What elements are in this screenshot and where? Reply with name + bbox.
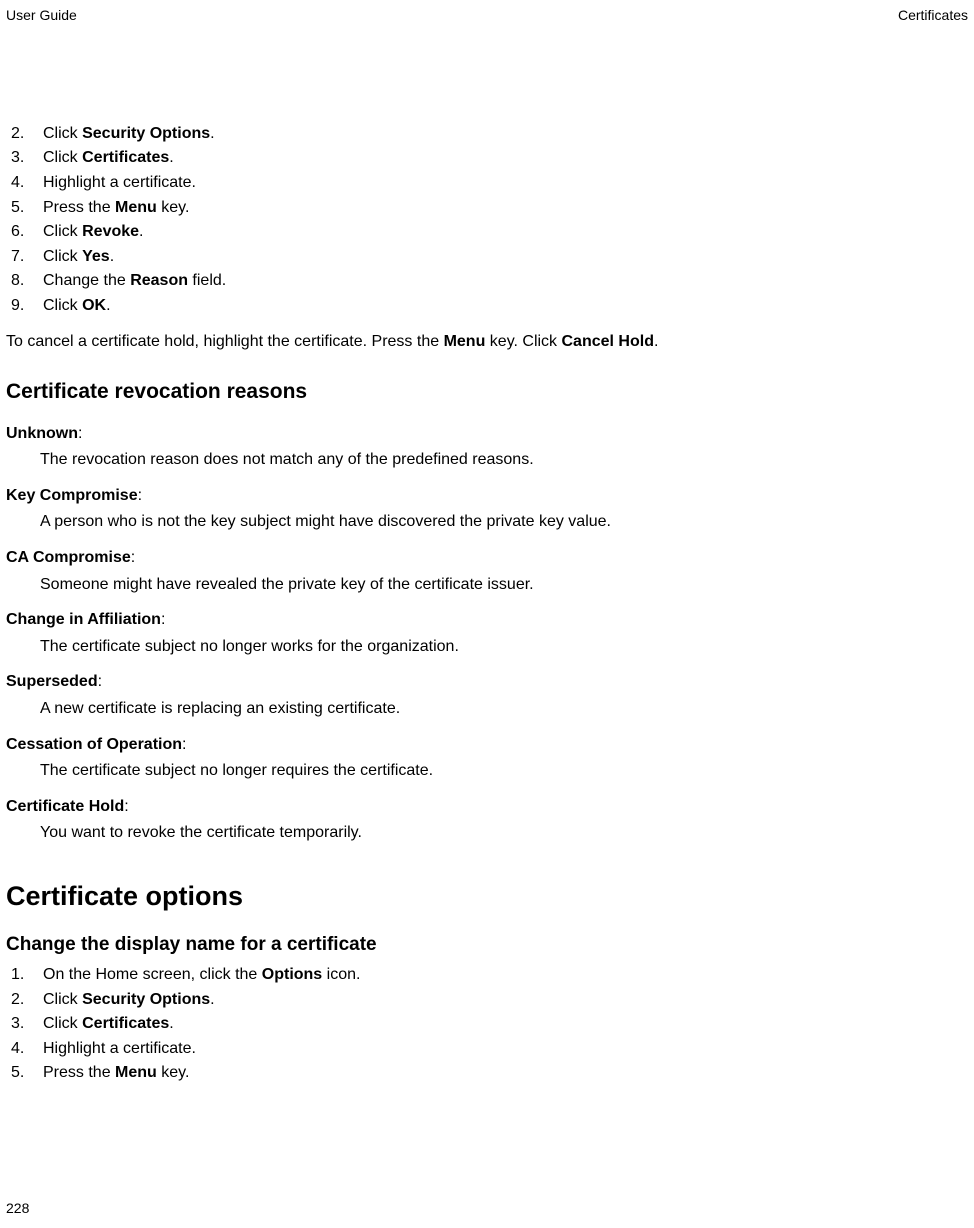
page-number: 228 (6, 1199, 29, 1218)
subsection-heading-display-name: Change the display name for a certificat… (6, 932, 968, 958)
list-item: 4.Highlight a certificate. (6, 1038, 968, 1060)
list-item: 7.Click Yes. (6, 246, 968, 268)
page: User Guide Certificates 2.Click Security… (0, 0, 974, 1228)
step-number: 6. (11, 221, 43, 243)
revoke-steps: 2.Click Security Options. 3.Click Certif… (6, 123, 968, 317)
revocation-reasons-list: Unknown: The revocation reason does not … (6, 423, 968, 844)
step-number: 2. (11, 123, 43, 145)
step-text: Press the Menu key. (43, 1062, 968, 1084)
section-heading-certificate-options: Certificate options (6, 878, 968, 914)
list-item: 5.Press the Menu key. (6, 1062, 968, 1084)
step-text: Click Security Options. (43, 989, 968, 1011)
reason-desc: The certificate subject no longer works … (40, 636, 968, 658)
step-number: 9. (11, 295, 43, 317)
step-text: Press the Menu key. (43, 197, 968, 219)
reason-term: CA Compromise: (6, 547, 968, 569)
step-text: On the Home screen, click the Options ic… (43, 964, 968, 986)
page-header: User Guide Certificates (0, 6, 974, 25)
header-right: Certificates (898, 6, 968, 25)
step-number: 5. (11, 1062, 43, 1084)
list-item: 9.Click OK. (6, 295, 968, 317)
reason-term: Unknown: (6, 423, 968, 445)
reason-desc: Someone might have revealed the private … (40, 574, 968, 596)
list-item: 2.Click Security Options. (6, 123, 968, 145)
header-left: User Guide (6, 6, 77, 25)
step-text: Click Yes. (43, 246, 968, 268)
step-number: 8. (11, 270, 43, 292)
reason-desc: A new certificate is replacing an existi… (40, 698, 968, 720)
step-text: Click Revoke. (43, 221, 968, 243)
display-name-steps: 1.On the Home screen, click the Options … (6, 964, 968, 1084)
reason-term: Change in Affiliation: (6, 609, 968, 631)
step-number: 4. (11, 172, 43, 194)
section-heading-revocation-reasons: Certificate revocation reasons (6, 378, 968, 406)
list-item: 1.On the Home screen, click the Options … (6, 964, 968, 986)
step-text: Highlight a certificate. (43, 1038, 968, 1060)
step-number: 2. (11, 989, 43, 1011)
step-number: 7. (11, 246, 43, 268)
list-item: 3.Click Certificates. (6, 1013, 968, 1035)
list-item: 6.Click Revoke. (6, 221, 968, 243)
step-text: Click Certificates. (43, 147, 968, 169)
step-number: 1. (11, 964, 43, 986)
reason-term: Certificate Hold: (6, 796, 968, 818)
reason-desc: The revocation reason does not match any… (40, 449, 968, 471)
step-text: Highlight a certificate. (43, 172, 968, 194)
cancel-hold-paragraph: To cancel a certificate hold, highlight … (6, 331, 968, 353)
step-text: Click OK. (43, 295, 968, 317)
step-text: Click Certificates. (43, 1013, 968, 1035)
list-item: 3.Click Certificates. (6, 147, 968, 169)
reason-desc: The certificate subject no longer requir… (40, 760, 968, 782)
list-item: 4.Highlight a certificate. (6, 172, 968, 194)
step-text: Click Security Options. (43, 123, 968, 145)
page-content: 2.Click Security Options. 3.Click Certif… (0, 25, 974, 1084)
step-text: Change the Reason field. (43, 270, 968, 292)
reason-term: Superseded: (6, 671, 968, 693)
reason-desc: You want to revoke the certificate tempo… (40, 822, 968, 844)
step-number: 3. (11, 147, 43, 169)
list-item: 2.Click Security Options. (6, 989, 968, 1011)
step-number: 5. (11, 197, 43, 219)
list-item: 8.Change the Reason field. (6, 270, 968, 292)
step-number: 3. (11, 1013, 43, 1035)
step-number: 4. (11, 1038, 43, 1060)
list-item: 5.Press the Menu key. (6, 197, 968, 219)
reason-term: Cessation of Operation: (6, 734, 968, 756)
reason-desc: A person who is not the key subject migh… (40, 511, 968, 533)
reason-term: Key Compromise: (6, 485, 968, 507)
